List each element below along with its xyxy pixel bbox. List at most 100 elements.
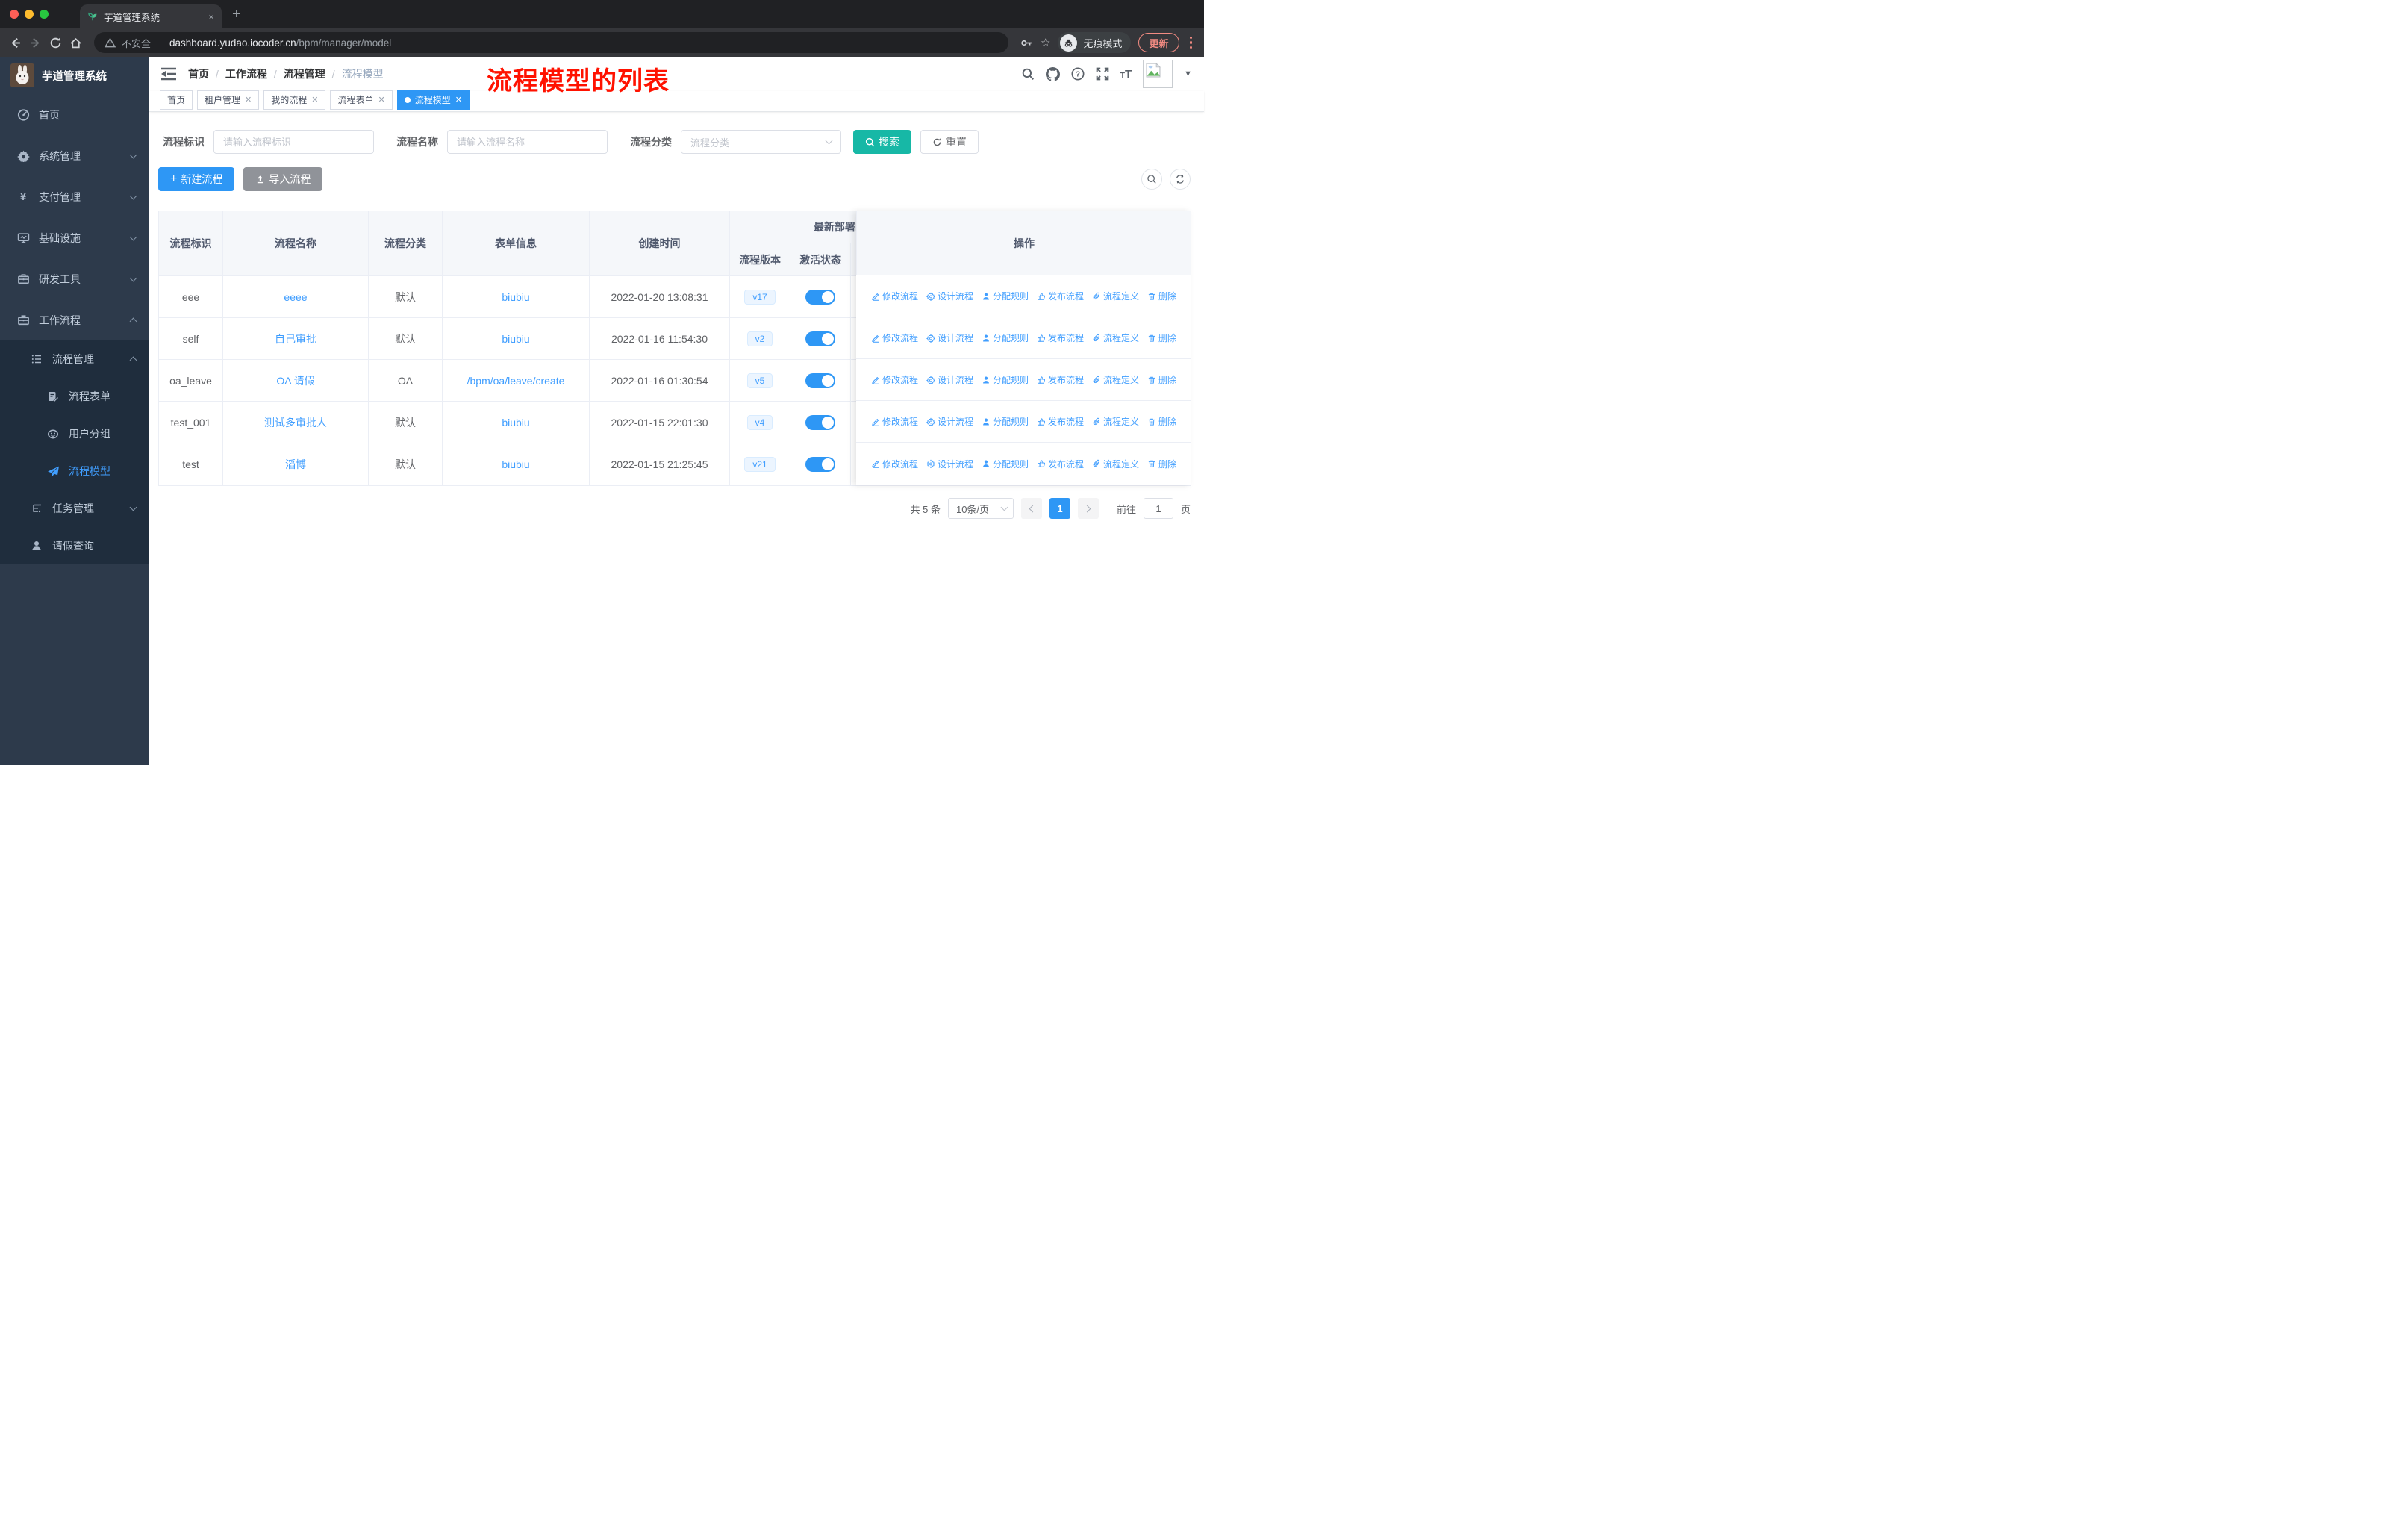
sidebar-item-leave-query[interactable]: 请假查询 (0, 527, 149, 564)
back-icon[interactable] (9, 37, 22, 49)
page-number-button[interactable]: 1 (1049, 498, 1070, 519)
publish-process-action[interactable]: 发布流程 (1037, 415, 1084, 428)
publish-process-action[interactable]: 发布流程 (1037, 458, 1084, 470)
tag-close-icon[interactable]: ✕ (455, 95, 462, 105)
process-name-link[interactable]: 滔博 (285, 457, 306, 472)
goto-page-input[interactable] (1143, 498, 1173, 519)
sidebar-item-system[interactable]: 系统管理 (0, 135, 149, 176)
search-icon[interactable] (1021, 67, 1035, 81)
browser-update-button[interactable]: 更新 (1138, 33, 1179, 52)
previous-page-button[interactable] (1020, 498, 1042, 519)
address-bar[interactable]: 不安全 dashboard.yudao.iocoder.cn/bpm/manag… (94, 32, 1009, 53)
security-label[interactable]: 不安全 (122, 36, 151, 50)
breadcrumb-workflow[interactable]: 工作流程 (225, 66, 267, 81)
sidebar-item-process-form[interactable]: 流程表单 (0, 378, 149, 415)
assign-rule-action[interactable]: 分配规则 (982, 415, 1029, 428)
active-toggle[interactable] (805, 289, 835, 305)
password-key-icon[interactable] (1020, 37, 1033, 49)
page-url[interactable]: dashboard.yudao.iocoder.cn/bpm/manager/m… (169, 37, 391, 49)
tag-home[interactable]: 首页 (160, 90, 193, 110)
process-definition-action[interactable]: 流程定义 (1092, 331, 1139, 344)
create-process-button[interactable]: + 新建流程 (158, 167, 235, 191)
next-page-button[interactable] (1077, 498, 1099, 519)
design-process-action[interactable]: 设计流程 (926, 373, 973, 386)
sidebar-item-task-management[interactable]: 任务管理 (0, 490, 149, 527)
fullscreen-icon[interactable] (1096, 67, 1109, 81)
breadcrumb-home[interactable]: 首页 (188, 66, 209, 81)
sidebar-item-process-management[interactable]: 流程管理 (0, 340, 149, 378)
window-controls[interactable] (10, 10, 49, 19)
sidebar-item-user-group[interactable]: 用户分组 (0, 415, 149, 452)
help-icon[interactable]: ? (1071, 67, 1085, 81)
process-name-link[interactable]: OA 请假 (276, 373, 314, 388)
search-button[interactable]: 搜索 (853, 130, 911, 154)
modify-process-action[interactable]: 修改流程 (871, 373, 918, 386)
design-process-action[interactable]: 设计流程 (926, 331, 973, 344)
refresh-table-button[interactable] (1170, 169, 1191, 190)
modify-process-action[interactable]: 修改流程 (871, 331, 918, 344)
browser-menu-icon[interactable] (1187, 36, 1196, 49)
form-info-link[interactable]: /bpm/oa/leave/create (467, 375, 565, 387)
assign-rule-action[interactable]: 分配规则 (982, 373, 1029, 386)
page-size-select[interactable]: 10条/页 (947, 498, 1014, 519)
process-name-input[interactable] (447, 130, 608, 154)
tag-close-icon[interactable]: ✕ (311, 95, 318, 105)
design-process-action[interactable]: 设计流程 (926, 458, 973, 470)
forward-icon[interactable] (29, 37, 42, 49)
sidebar-item-process-model[interactable]: 流程模型 (0, 452, 149, 490)
design-process-action[interactable]: 设计流程 (926, 415, 973, 428)
minimize-window-button[interactable] (25, 10, 34, 19)
sidebar-item-infrastructure[interactable]: 基础设施 (0, 217, 149, 258)
delete-process-action[interactable]: 删除 (1147, 458, 1176, 470)
delete-process-action[interactable]: 删除 (1147, 415, 1176, 428)
modify-process-action[interactable]: 修改流程 (871, 290, 918, 302)
active-toggle[interactable] (805, 414, 835, 430)
delete-process-action[interactable]: 删除 (1147, 373, 1176, 386)
tag-close-icon[interactable]: ✕ (245, 95, 252, 105)
sidebar-item-dev-tools[interactable]: 研发工具 (0, 258, 149, 299)
sidebar-item-workflow[interactable]: 工作流程 (0, 299, 149, 340)
collapse-sidebar-icon[interactable] (161, 67, 176, 81)
process-name-link[interactable]: 自己审批 (275, 331, 316, 346)
github-icon[interactable] (1045, 66, 1060, 81)
tab-close-icon[interactable]: × (208, 11, 214, 22)
active-toggle[interactable] (805, 331, 835, 346)
home-icon[interactable] (69, 37, 82, 49)
active-toggle[interactable] (805, 373, 835, 388)
publish-process-action[interactable]: 发布流程 (1037, 373, 1084, 386)
tag-my-process[interactable]: 我的流程 ✕ (263, 90, 326, 110)
reload-icon[interactable] (49, 37, 62, 49)
modify-process-action[interactable]: 修改流程 (871, 415, 918, 428)
active-toggle[interactable] (805, 457, 835, 472)
breadcrumb-process-management[interactable]: 流程管理 (284, 66, 325, 81)
assign-rule-action[interactable]: 分配规则 (982, 290, 1029, 302)
process-definition-action[interactable]: 流程定义 (1092, 458, 1139, 470)
tag-process-model[interactable]: 流程模型 ✕ (396, 90, 470, 110)
delete-process-action[interactable]: 删除 (1147, 290, 1176, 302)
assign-rule-action[interactable]: 分配规则 (982, 331, 1029, 344)
font-size-icon[interactable]: TT (1120, 68, 1132, 81)
sidebar-item-home[interactable]: 首页 (0, 94, 149, 135)
form-info-link[interactable]: biubiu (502, 291, 529, 303)
maximize-window-button[interactable] (40, 10, 49, 19)
user-avatar[interactable] (1143, 60, 1173, 88)
process-name-link[interactable]: eeee (284, 291, 307, 303)
process-definition-action[interactable]: 流程定义 (1092, 415, 1139, 428)
publish-process-action[interactable]: 发布流程 (1037, 331, 1084, 344)
tag-tenant-management[interactable]: 租户管理 ✕ (197, 90, 260, 110)
tag-process-form[interactable]: 流程表单 ✕ (330, 90, 393, 110)
assign-rule-action[interactable]: 分配规则 (982, 458, 1029, 470)
import-process-button[interactable]: 导入流程 (243, 167, 323, 191)
hide-search-button[interactable] (1141, 169, 1162, 190)
process-definition-action[interactable]: 流程定义 (1092, 373, 1139, 386)
reset-button[interactable]: 重置 (920, 130, 979, 154)
process-id-input[interactable] (213, 130, 374, 154)
form-info-link[interactable]: biubiu (502, 458, 529, 470)
close-window-button[interactable] (10, 10, 19, 19)
process-definition-action[interactable]: 流程定义 (1092, 290, 1139, 302)
process-name-link[interactable]: 测试多审批人 (264, 415, 327, 430)
browser-tab[interactable]: 芋道管理系统 × (80, 4, 222, 28)
form-info-link[interactable]: biubiu (502, 417, 529, 429)
modify-process-action[interactable]: 修改流程 (871, 458, 918, 470)
bookmark-star-icon[interactable]: ☆ (1041, 36, 1050, 49)
